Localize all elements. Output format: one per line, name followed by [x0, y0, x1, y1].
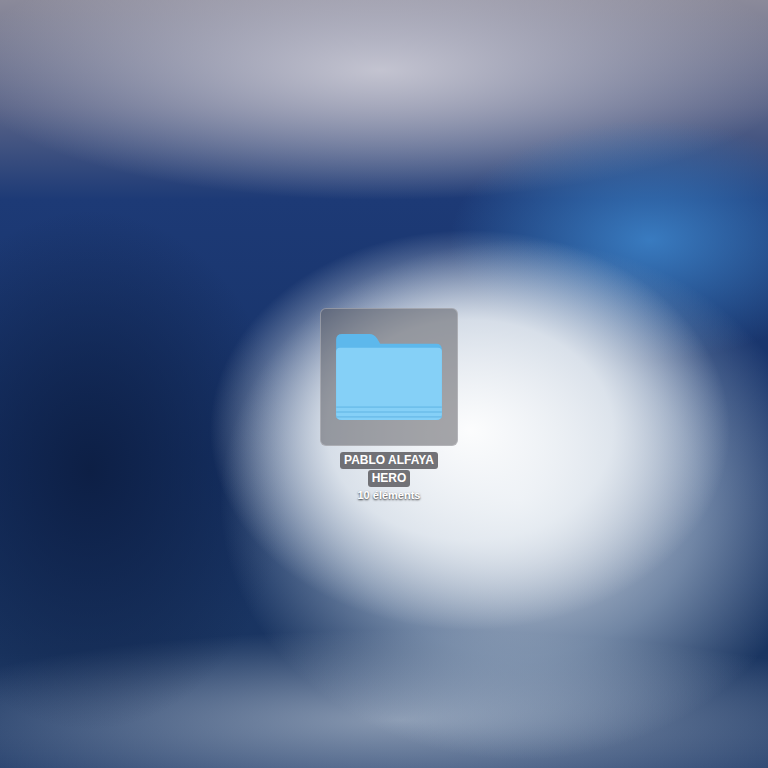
folder-label[interactable]: PABLO ALFAYAHERO	[340, 452, 438, 487]
folder-label-line[interactable]: PABLO ALFAYA	[340, 452, 438, 469]
folder-item[interactable]: PABLO ALFAYAHERO10 éléments	[318, 308, 460, 502]
folder-label-line[interactable]: HERO	[368, 470, 411, 487]
folder-selection[interactable]	[320, 308, 458, 446]
folder-info: 10 éléments	[358, 488, 421, 502]
desktop: PABLO ALFAYAHERO10 éléments	[0, 0, 768, 768]
folder-icon[interactable]	[330, 330, 448, 424]
